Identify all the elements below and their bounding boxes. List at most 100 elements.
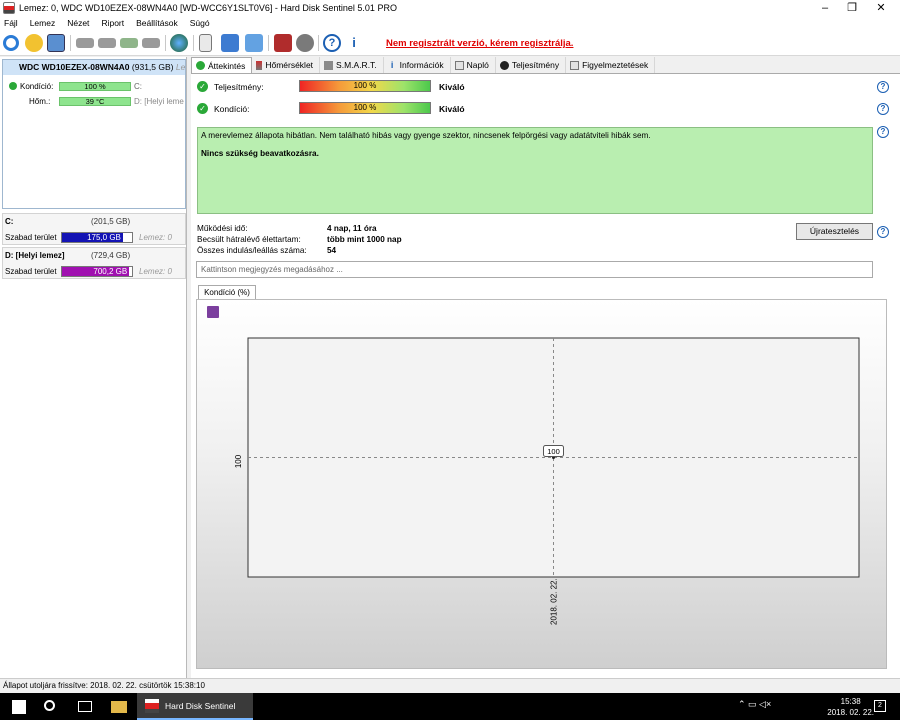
send-icon[interactable] — [245, 34, 263, 52]
search-icon[interactable] — [44, 700, 55, 711]
status-help-icon[interactable]: ? — [877, 126, 889, 138]
disk-ok-icon[interactable] — [120, 38, 138, 48]
taskbar-app-label: Hard Disk Sentinel — [165, 701, 236, 711]
menu-bar: Fájl Lemez Nézet Riport Beállítások Súgó — [0, 16, 900, 30]
menu-help[interactable]: Súgó — [190, 18, 210, 28]
health-bar: 100 % — [299, 102, 431, 114]
health-rating: Kiváló — [439, 104, 465, 114]
tab-log[interactable]: Napló — [451, 57, 496, 73]
status-advice: Nincs szükség beavatkozásra. — [201, 149, 319, 158]
help-icon[interactable]: ? — [323, 34, 341, 52]
status-bar: Állapot utoljára frissítve: 2018. 02. 22… — [0, 678, 900, 693]
retest-button[interactable]: Újratesztelés — [796, 223, 873, 240]
tab-alerts[interactable]: Figyelmeztetések — [566, 57, 656, 73]
tab-label: Információk — [399, 60, 444, 70]
report-icon[interactable] — [199, 34, 212, 52]
uptime-label: Működési idő: — [197, 224, 248, 233]
thermometer-icon — [256, 60, 263, 70]
health-help-icon[interactable]: ? — [877, 103, 889, 115]
menu-disk[interactable]: Lemez — [30, 18, 56, 28]
title-bar: Lemez: 0, WDC WD10EZEX-08WN4A0 [WD-WCC6Y… — [0, 0, 900, 16]
register-link[interactable]: Nem regisztrált verzió, kérem regisztrál… — [386, 38, 573, 49]
clock-time: 15:38 — [840, 697, 861, 706]
volume-d[interactable]: D: [Helyi lemez] (729,4 GB) Szabad terül… — [2, 247, 186, 279]
note-input[interactable]: Kattintson megjegyzés megadásához ... — [196, 261, 873, 278]
disk-label: Lem — [175, 62, 185, 72]
performance-help-icon[interactable]: ? — [877, 81, 889, 93]
power-cycles-value: 54 — [327, 246, 337, 255]
menu-settings[interactable]: Beállítások — [136, 18, 178, 28]
tab-performance[interactable]: Teljesítmény — [496, 57, 567, 73]
menu-report[interactable]: Riport — [101, 18, 124, 28]
health-chart: 100 2018. 02. 22. 100 — [234, 337, 860, 625]
menu-file[interactable]: Fájl — [4, 18, 18, 28]
refresh-icon[interactable] — [3, 35, 19, 51]
window-icon[interactable] — [47, 34, 65, 52]
disk-card-header: WDC WD10EZEX-08WN4A0 (931,5 GB) Lem — [3, 60, 185, 75]
tab-temperature[interactable]: Hőmérséklet — [252, 57, 321, 73]
tab-label: Napló — [466, 60, 489, 70]
volume-size: (201,5 GB) — [91, 217, 131, 226]
menu-view[interactable]: Nézet — [67, 18, 89, 28]
system-tray[interactable]: ⌃ ▭ ◁× — [738, 699, 771, 710]
document-icon — [570, 60, 580, 70]
free-space-bar: 700,2 GB — [61, 266, 133, 277]
disk-volume-c: C: — [134, 81, 142, 91]
disk-health-row: Kondíció: — [9, 80, 53, 92]
clock-date: 2018. 02. 22. — [827, 708, 874, 717]
restore-button[interactable]: ❐ — [837, 0, 867, 16]
toolbar-separator — [268, 35, 269, 51]
tab-label: Figyelmeztetések — [582, 60, 649, 70]
close-button[interactable]: ✕ — [866, 0, 896, 16]
settings-icon[interactable] — [296, 34, 314, 52]
free-space-fill: 700,2 GB — [62, 267, 130, 276]
volume-name: C: — [5, 217, 14, 226]
free-space-value: 700,2 GB — [93, 267, 128, 276]
lifetime-label: Becsült hátralévő élettartam: — [197, 235, 301, 244]
disk-health-label: Kondíció: — [20, 81, 54, 91]
globe-icon[interactable] — [170, 34, 188, 52]
lifetime-value: több mint 1000 nap — [327, 235, 402, 244]
disk-size: (931,5 GB) — [131, 62, 174, 72]
free-space-label: Szabad terület — [5, 233, 57, 242]
gauge-icon — [499, 60, 509, 70]
disk-check-icon[interactable] — [98, 38, 116, 48]
chart-tab-health[interactable]: Kondíció (%) — [198, 285, 256, 300]
copy-icon[interactable] — [221, 34, 239, 52]
info-icon[interactable]: i — [345, 34, 363, 52]
toolbar-separator — [165, 35, 166, 51]
disk-health-bar: 100 % — [59, 82, 131, 91]
toolbar-separator — [193, 35, 194, 51]
retest-help-icon[interactable]: ? — [877, 226, 889, 238]
tab-label: Áttekintés — [208, 60, 246, 71]
overview-panel: ✓ Teljesítmény: 100 % Kiváló ? ✓ Kondíci… — [191, 73, 900, 678]
disk-icon[interactable] — [76, 38, 94, 48]
health-ok-icon: ✓ — [197, 103, 208, 114]
notifications-icon[interactable]: 2 — [874, 700, 886, 712]
free-space-bar: 175,0 GB — [61, 232, 133, 243]
toolbar-separator — [318, 35, 319, 51]
performance-ok-icon: ✓ — [197, 81, 208, 92]
tab-information[interactable]: i Információk — [384, 57, 451, 73]
log-icon — [454, 60, 464, 70]
taskbar-app-hard-disk-sentinel[interactable]: Hard Disk Sentinel — [137, 693, 253, 720]
erase-icon[interactable] — [274, 34, 292, 52]
tab-overview[interactable]: Áttekintés — [191, 57, 253, 73]
power-cycles-label: Összes indulás/leállás száma: — [197, 246, 307, 255]
volume-size: (729,4 GB) — [91, 251, 131, 260]
file-explorer-icon[interactable] — [111, 701, 127, 713]
disk-temp-bar: 39 °C — [59, 97, 131, 106]
volume-c[interactable]: C: (201,5 GB) Szabad terület 175,0 GB Le… — [2, 213, 186, 245]
minimize-button[interactable]: – — [810, 0, 840, 16]
taskbar: Hard Disk Sentinel ⌃ ▭ ◁× 15:38 2018. 02… — [0, 693, 900, 720]
disk-card[interactable]: WDC WD10EZEX-08WN4A0 (931,5 GB) Lem Kond… — [2, 59, 186, 209]
disk-volume-d: D: [Helyi leme — [134, 96, 184, 106]
tab-label: S.M.A.R.T. — [336, 60, 377, 70]
warning-icon[interactable] — [25, 34, 43, 52]
clock[interactable]: 15:38 2018. 02. 22. — [827, 696, 874, 718]
task-view-icon[interactable] — [78, 701, 92, 712]
tab-smart[interactable]: S.M.A.R.T. — [320, 57, 384, 73]
start-icon[interactable] — [12, 700, 26, 714]
volume-name: D: [Helyi lemez] — [5, 251, 65, 260]
disk-tool-icon[interactable] — [142, 38, 160, 48]
